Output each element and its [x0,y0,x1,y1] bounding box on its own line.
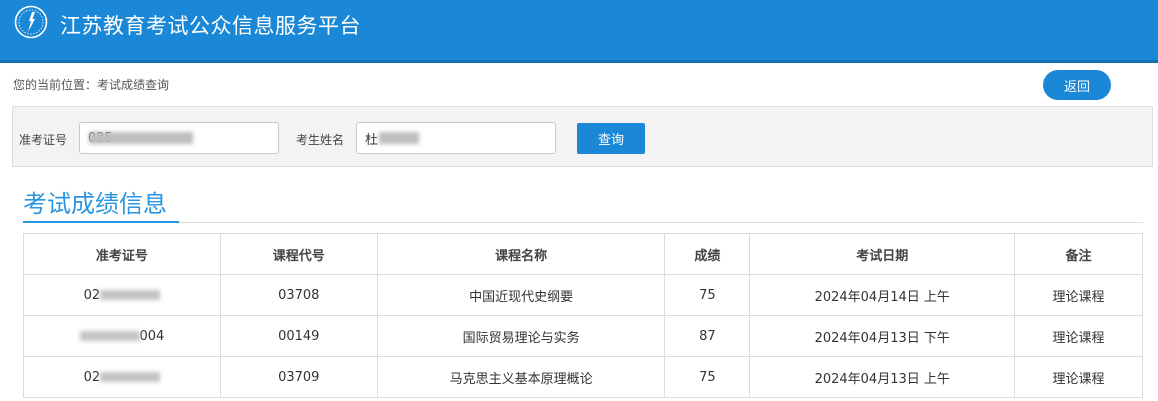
redacted-mask [89,132,193,144]
header-course-code: 课程代号 [219,233,378,275]
table-row: 004 00149 国际贸易理论与实务 87 2024年04月13日 下午 理论… [23,315,1143,357]
top-header: 江苏教育考试公众信息服务平台 [0,0,1158,63]
table-row: 02 03708 中国近现代史纲要 75 2024年04月14日 上午 理论课程 [23,274,1143,316]
table-header-row: 准考证号 课程代号 课程名称 成绩 考试日期 备注 [23,233,1143,275]
cell-exam-date: 2024年04月13日 下午 [749,315,1016,357]
score-table: 准考证号 课程代号 课程名称 成绩 考试日期 备注 02 03708 中国近现代… [23,233,1143,398]
header-course-name: 课程名称 [376,233,666,275]
cell-admission-number-text: 02 [83,369,101,385]
cell-score: 87 [664,315,751,357]
cell-note: 理论课程 [1014,315,1143,357]
cell-exam-date: 2024年04月13日 上午 [749,356,1016,398]
header-note: 备注 [1014,233,1143,275]
section-title: 考试成绩信息 [23,190,167,218]
redacted-mask [379,132,419,144]
section-title-underline [23,221,179,223]
candidate-name-label: 考生姓名 [296,133,345,147]
cell-course-name: 国际贸易理论与实务 [376,315,666,357]
cell-note: 理论课程 [1014,274,1143,316]
header-exam-date: 考试日期 [749,233,1016,275]
admission-number-label: 准考证号 [19,133,68,147]
search-panel: 准考证号 考生姓名 查询 [12,106,1153,167]
back-button[interactable]: 返回 [1043,70,1111,100]
cell-course-name: 中国近现代史纲要 [376,274,666,316]
cell-course-code: 03709 [219,356,378,398]
cell-course-name: 马克思主义基本原理概论 [376,356,666,398]
cell-exam-date: 2024年04月14日 上午 [749,274,1016,316]
cell-admission-number: 02 [23,274,221,316]
site-title: 江苏教育考试公众信息服务平台 [60,14,361,38]
redacted-mask [79,331,140,341]
cell-admission-number-text: 02 [83,287,101,303]
section-divider [23,222,1143,223]
redacted-mask [100,372,161,382]
cell-note: 理论课程 [1014,356,1143,398]
cell-admission-number: 02 [23,356,221,398]
breadcrumb: 您的当前位置：考试成绩查询 [13,78,170,92]
cell-admission-number: 004 [23,315,221,357]
cell-admission-number-text: 004 [139,328,165,344]
redacted-mask [100,290,161,300]
cell-score: 75 [664,274,751,316]
query-button[interactable]: 查询 [577,123,645,154]
exam-logo-icon [14,5,48,39]
cell-score: 75 [664,356,751,398]
header-admission-number: 准考证号 [23,233,221,275]
cell-course-code: 00149 [219,315,378,357]
table-row: 02 03709 马克思主义基本原理概论 75 2024年04月13日 上午 理… [23,356,1143,398]
header-score: 成绩 [664,233,751,275]
cell-course-code: 03708 [219,274,378,316]
